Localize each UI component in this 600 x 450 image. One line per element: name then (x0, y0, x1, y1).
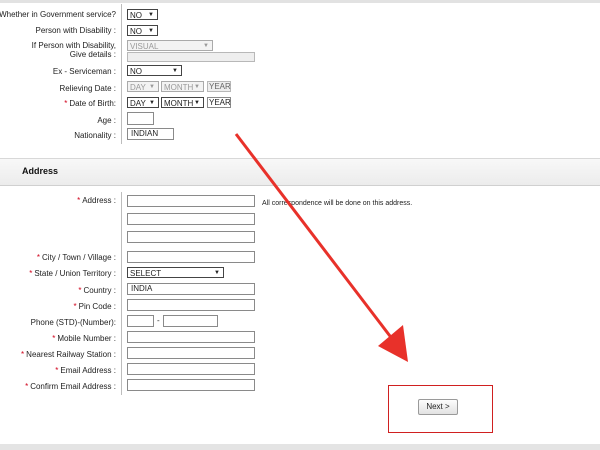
next-button[interactable]: Next > (418, 399, 458, 415)
red-arrow-annotation (234, 133, 408, 362)
